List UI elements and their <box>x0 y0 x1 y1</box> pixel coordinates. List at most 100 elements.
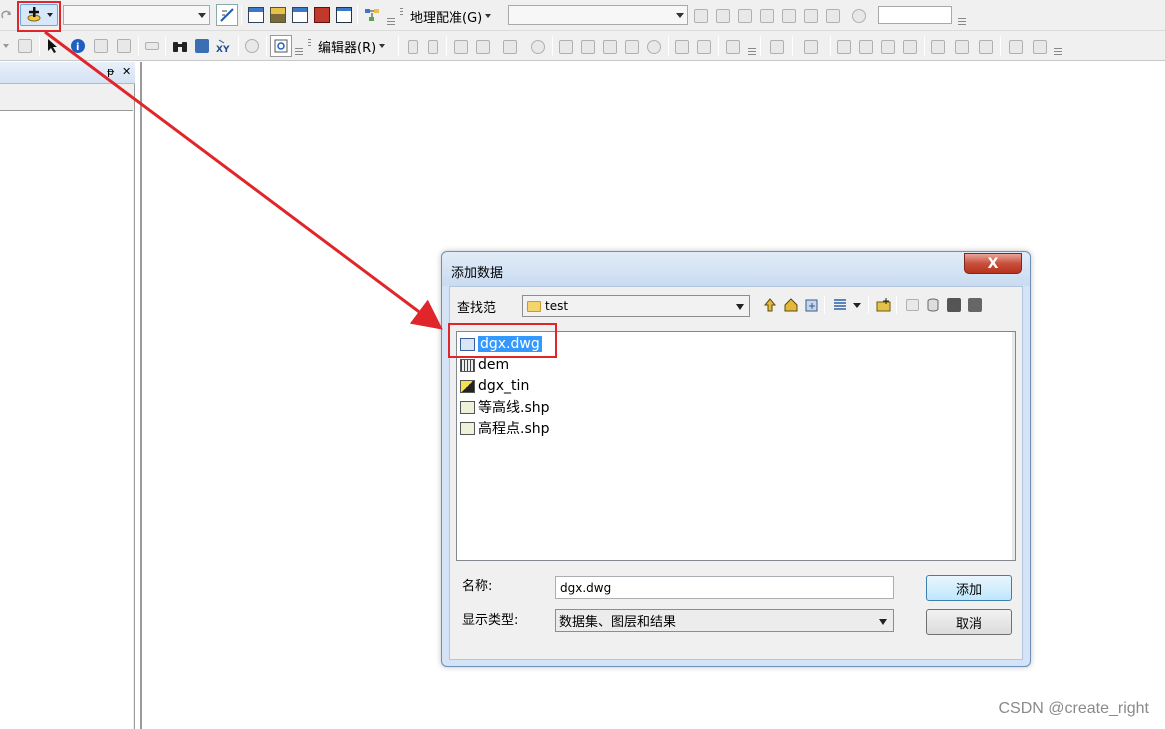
error-inspector-icon <box>976 36 996 58</box>
watermark: CSDN @create_right <box>998 700 1149 717</box>
chevron-down-icon[interactable] <box>198 13 206 18</box>
rotation-input[interactable] <box>878 6 952 24</box>
list-scrollbar[interactable] <box>1012 332 1015 560</box>
raster-icon <box>460 358 475 372</box>
separator <box>824 296 825 314</box>
panel-content[interactable] <box>0 110 133 729</box>
toolbar-grip[interactable] <box>295 48 303 58</box>
auto-adjust-icon <box>780 5 798 27</box>
separator <box>668 36 669 56</box>
separator <box>238 36 239 56</box>
topology-properties-icon <box>1030 36 1050 58</box>
list-item[interactable]: dgx_tin <box>460 376 529 396</box>
model-builder-icon[interactable] <box>362 4 382 26</box>
chevron-down-icon <box>379 44 386 48</box>
create-viewer-window-icon[interactable] <box>270 35 292 57</box>
editor-menu[interactable]: 编辑器(R) <box>318 36 386 56</box>
list-item[interactable]: dem <box>460 355 509 375</box>
link-table-icon <box>824 5 842 27</box>
point-icon <box>528 36 548 58</box>
separator <box>165 36 166 56</box>
toolbox-button[interactable] <box>902 295 922 315</box>
separator <box>552 36 553 56</box>
look-in-combo[interactable]: test <box>522 295 750 317</box>
svg-text:XY: XY <box>216 45 230 54</box>
arctoolbox-icon[interactable] <box>312 4 332 26</box>
table-of-contents-icon[interactable] <box>246 4 266 26</box>
pin-icon[interactable]: ᵽ <box>107 65 114 78</box>
geodatabase-button[interactable] <box>944 295 964 315</box>
chevron-down-icon[interactable] <box>676 13 684 18</box>
look-in-value: test <box>545 299 569 313</box>
toolbar-handle[interactable] <box>400 8 403 22</box>
catalog-icon[interactable] <box>268 4 288 26</box>
separator <box>760 36 761 56</box>
panel-header: ᵽ ✕ <box>0 62 135 84</box>
chevron-down-icon <box>485 14 492 18</box>
file-list[interactable]: dgx.dwg dem dgx_tin 等高线.shp 高程点.shp <box>456 331 1016 561</box>
link-icon <box>714 5 732 27</box>
add-data-dialog: 添加数据 X 查找范 test dgx.dwg dem dgx_tin 等高线.… <box>441 251 1031 667</box>
highlight-box-add-data <box>17 1 61 32</box>
map-topology-icon <box>796 36 826 58</box>
identify-icon[interactable]: i <box>68 35 88 57</box>
standard-toolbar: 地理配准(G) <box>0 0 1165 31</box>
rotate-icon <box>846 5 872 27</box>
find-icon[interactable] <box>170 35 190 57</box>
split-icon <box>622 36 642 58</box>
database-button[interactable] <box>923 295 943 315</box>
dialog-titlebar[interactable]: 添加数据 X <box>442 252 1030 286</box>
toolbar-grip[interactable] <box>958 18 966 28</box>
file-name: 等高线.shp <box>478 400 550 416</box>
name-label: 名称: <box>462 579 493 594</box>
rotate-tool-icon <box>644 36 664 58</box>
toolbar-grip[interactable] <box>387 18 395 28</box>
toolbar-grip[interactable] <box>748 48 756 58</box>
name-input[interactable] <box>555 576 894 599</box>
python-window-icon[interactable] <box>334 4 354 26</box>
new-folder-button[interactable] <box>874 295 894 315</box>
go-to-xy-icon[interactable]: XY <box>214 35 234 57</box>
toolbar-handle[interactable] <box>308 39 311 53</box>
sketch-properties-icon <box>694 36 714 58</box>
editor-toolbar-icon[interactable] <box>216 4 238 26</box>
chevron-down-icon[interactable] <box>736 304 744 310</box>
close-button[interactable]: X <box>964 253 1022 274</box>
cancel-button[interactable]: 取消 <box>926 609 1012 635</box>
find-route-icon[interactable] <box>192 35 212 57</box>
chevron-down-icon[interactable] <box>879 619 887 625</box>
toolbar-grip[interactable] <box>1054 48 1062 58</box>
topology-edit-icon <box>834 36 854 58</box>
edit-vertices-icon <box>556 36 576 58</box>
list-item[interactable]: 高程点.shp <box>460 418 550 438</box>
align-edge-icon <box>878 36 898 58</box>
search-window-icon[interactable] <box>290 4 310 26</box>
hyperlink-icon <box>92 35 110 57</box>
separator <box>792 36 793 56</box>
close-icon[interactable]: ✕ <box>122 65 131 78</box>
generalize-edge-icon <box>900 36 920 58</box>
georeferencing-menu[interactable]: 地理配准(G) <box>410 6 492 26</box>
home-button[interactable] <box>781 295 801 315</box>
select-elements-icon[interactable] <box>44 35 62 57</box>
fix-topology-error-icon <box>952 36 972 58</box>
connect-to-folder-button[interactable] <box>802 295 822 315</box>
separator <box>266 36 267 56</box>
show-of-type-combo[interactable]: 数据集、图层和结果 <box>555 609 894 632</box>
list-item[interactable]: 等高线.shp <box>460 397 550 417</box>
measure-icon[interactable] <box>142 35 162 57</box>
view-mode-button[interactable] <box>830 295 862 315</box>
map-scale-combo[interactable] <box>63 5 210 25</box>
up-one-level-button[interactable] <box>760 295 780 315</box>
file-name: dgx_tin <box>478 378 530 394</box>
add-button[interactable]: 添加 <box>926 575 1012 601</box>
list-view-icon <box>833 299 846 310</box>
separator <box>138 36 139 56</box>
redo-icon[interactable] <box>0 5 14 27</box>
separator <box>39 36 40 56</box>
tin-icon <box>460 379 475 393</box>
server-connection-button[interactable] <box>965 295 985 315</box>
svg-text:i: i <box>76 42 79 53</box>
georef-layer-combo[interactable] <box>508 5 688 25</box>
chevron-down-icon[interactable] <box>0 35 12 57</box>
